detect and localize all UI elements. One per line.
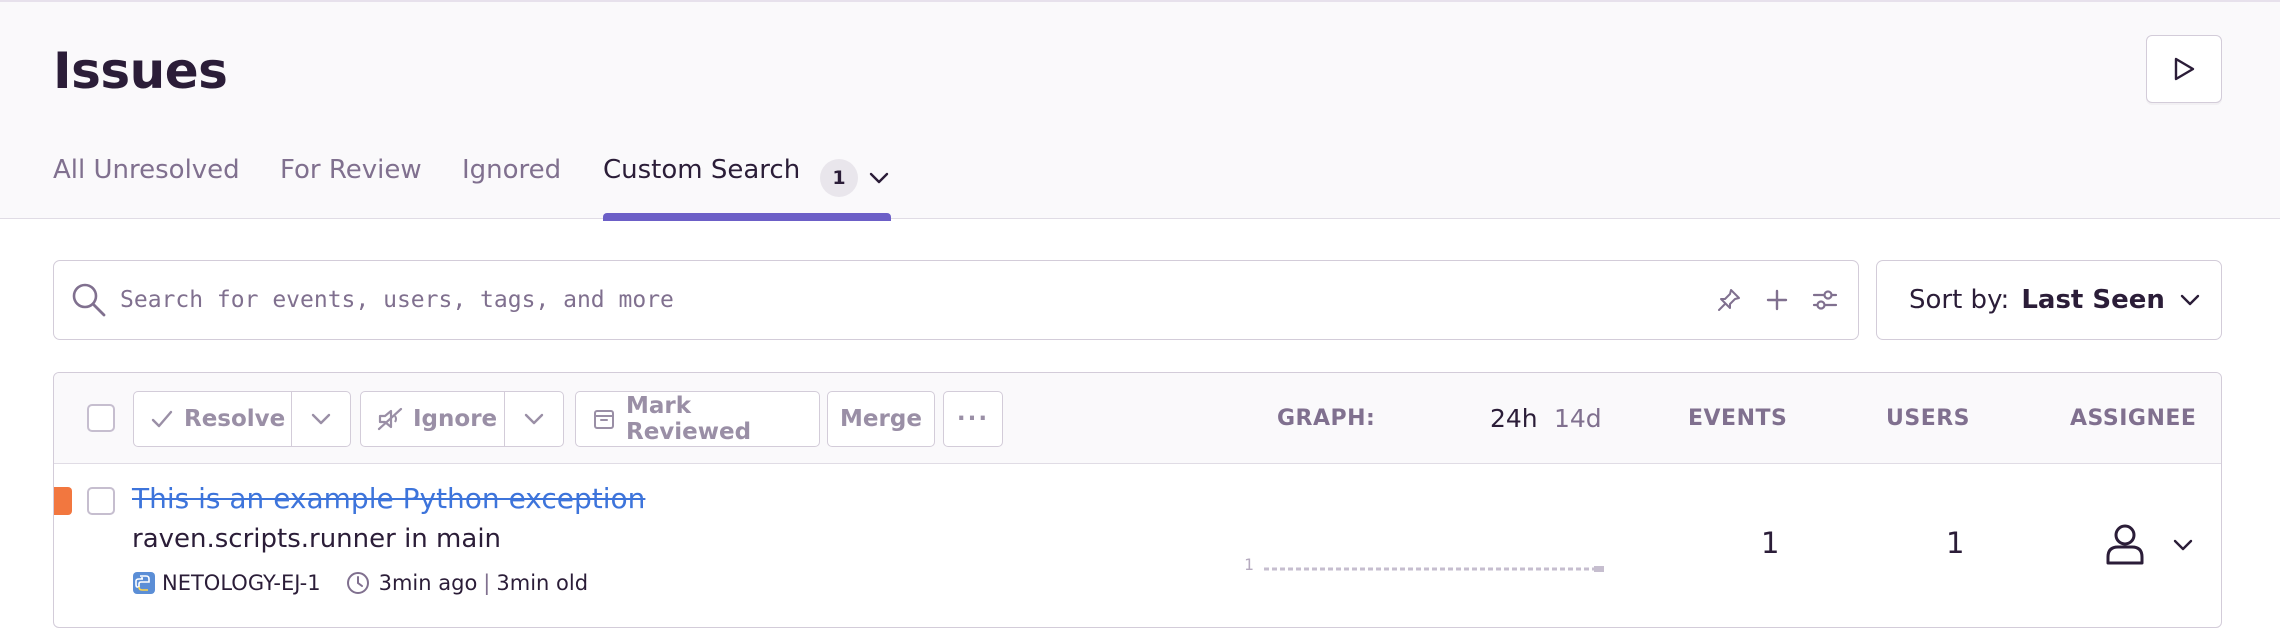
ignore-dropdown-button[interactable] <box>504 391 564 447</box>
meta-separator: | <box>483 571 491 595</box>
mark-reviewed-button[interactable]: Mark Reviewed <box>575 391 820 447</box>
user-icon[interactable] <box>2102 521 2148 567</box>
table-row[interactable]: This is an example Python exception rave… <box>54 464 2221 627</box>
pin-icon[interactable] <box>1714 285 1744 315</box>
users-column-header: USERS <box>1886 406 1971 431</box>
chevron-down-icon[interactable] <box>866 165 892 191</box>
assignee-column-header: ASSIGNEE <box>2070 406 2197 431</box>
tab-count-badge: 1 <box>820 159 858 197</box>
mute-icon <box>377 407 403 431</box>
row-checkbox[interactable] <box>87 487 115 515</box>
level-indicator <box>54 487 72 515</box>
issue-list-header: Resolve Ignore Mark Reviewed Merge ··· G… <box>54 373 2221 464</box>
search-tools <box>1714 285 1840 315</box>
events-column-header: EVENTS <box>1688 406 1788 431</box>
graph-column-header: GRAPH: <box>1277 406 1376 431</box>
search-input[interactable] <box>120 271 1120 329</box>
chevron-down-icon <box>311 413 331 425</box>
resolve-label: Resolve <box>184 406 286 432</box>
first-seen-text[interactable]: 3min old <box>496 571 588 595</box>
checkmark-icon <box>150 407 174 431</box>
sort-dropdown[interactable]: Sort by: Last Seen <box>1876 260 2222 340</box>
period-24h-toggle[interactable]: 24h <box>1490 404 1538 433</box>
issue-list: Resolve Ignore Mark Reviewed Merge ··· G… <box>53 372 2222 628</box>
issue-short-id[interactable]: NETOLOGY-EJ-1 <box>162 571 321 595</box>
tab-all-unresolved[interactable]: All Unresolved <box>53 155 240 185</box>
ignore-button[interactable]: Ignore <box>360 391 505 447</box>
chevron-down-icon[interactable] <box>2170 532 2196 558</box>
chevron-down-icon <box>524 413 544 425</box>
merge-label: Merge <box>840 406 922 432</box>
search-bar[interactable] <box>53 260 1859 340</box>
sort-label: Sort by: <box>1909 285 2010 315</box>
plus-icon[interactable] <box>1762 285 1792 315</box>
active-tab-indicator <box>603 213 891 221</box>
page-title: Issues <box>53 42 228 100</box>
ignore-label: Ignore <box>413 406 498 432</box>
play-icon <box>2174 57 2195 81</box>
resolve-button[interactable]: Resolve <box>133 391 292 447</box>
select-all-checkbox[interactable] <box>87 404 115 432</box>
event-sparkline <box>1264 566 1604 572</box>
users-count: 1 <box>1946 526 1965 560</box>
python-icon <box>133 572 155 594</box>
tab-ignored[interactable]: Ignored <box>462 155 561 185</box>
ellipsis-icon: ··· <box>956 406 990 432</box>
merge-button[interactable]: Merge <box>827 391 935 447</box>
graph-max-label: 1 <box>1244 555 1254 574</box>
search-icon <box>72 283 106 317</box>
play-tour-button[interactable] <box>2146 35 2222 103</box>
mark-reviewed-label: Mark Reviewed <box>626 393 752 445</box>
issue-meta: NETOLOGY-EJ-1 3min ago | 3min old <box>132 570 588 596</box>
page-header: Issues All Unresolved For Review Ignored… <box>0 0 2280 221</box>
issue-culprit: raven.scripts.runner in main <box>132 524 502 554</box>
tab-custom-search[interactable]: Custom Search <box>603 155 800 185</box>
events-count: 1 <box>1761 526 1780 560</box>
last-seen-text[interactable]: 3min ago <box>379 571 478 595</box>
sort-value: Last Seen <box>2021 285 2165 315</box>
clock-icon <box>346 572 369 594</box>
sliders-icon[interactable] <box>1810 285 1840 315</box>
tab-for-review[interactable]: For Review <box>280 155 422 185</box>
chevron-down-icon <box>2180 294 2200 306</box>
resolve-dropdown-button[interactable] <box>291 391 351 447</box>
more-actions-button[interactable]: ··· <box>943 391 1003 447</box>
issue-title-link[interactable]: This is an example Python exception <box>132 482 645 515</box>
period-14d-toggle[interactable]: 14d <box>1554 404 1602 433</box>
archive-icon <box>592 407 616 431</box>
